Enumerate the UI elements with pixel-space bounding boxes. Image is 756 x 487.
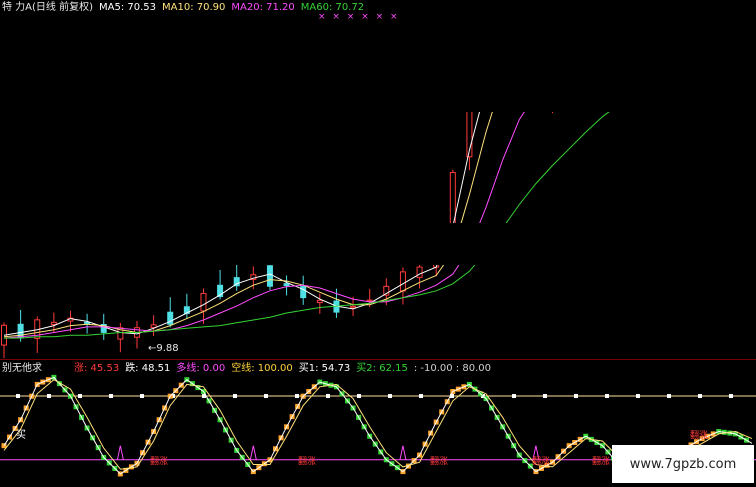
level-marker (698, 394, 702, 399)
signal-label-2: 翻涨 (298, 457, 317, 467)
level-marker (419, 394, 423, 399)
candle-body (283, 283, 290, 286)
signal-label-5: 翻涨 (592, 457, 611, 467)
indicator-legend: 别无他求 涨: 45.53 跌: 48.51 多线: 0.00 空线: 100.… (2, 362, 491, 375)
level-marker (543, 394, 547, 399)
level-marker (326, 394, 330, 399)
level-marker (729, 394, 733, 399)
level-marker (605, 394, 609, 399)
signal-label-3: 翻涨 (430, 457, 449, 467)
stock-title: 特 力A(日线 前复权) (2, 2, 94, 13)
trough-spike (249, 445, 257, 460)
level-marker (357, 394, 361, 399)
trough-spike (399, 445, 407, 460)
ma5-value: MA5: 70.53 (99, 2, 157, 13)
level-marker (16, 394, 20, 399)
level-marker (636, 394, 640, 399)
candle-body (366, 299, 373, 302)
buy-label: 买 (16, 430, 26, 441)
candle-body (350, 305, 357, 309)
level-marker (140, 394, 144, 399)
level-marker (667, 394, 671, 399)
indicator-name: 别无他求 (2, 363, 42, 374)
panel-divider (0, 359, 756, 360)
low-price-label: ←9.88 (148, 343, 179, 354)
level-marker (512, 394, 516, 399)
jump-value: 涨: 45.53 (74, 363, 120, 374)
level-marker (295, 394, 299, 399)
buy2-value: 买2: 62.15 (356, 363, 408, 374)
redaction-block-top-right (428, 0, 756, 112)
ma10-value: MA10: 70.90 (162, 2, 226, 13)
main-legend: 特 力A(日线 前复权) MA5: 70.53 MA10: 70.90 MA20… (2, 1, 364, 14)
candle-body (50, 321, 57, 325)
level-marker (574, 394, 578, 399)
candle-body (416, 266, 423, 278)
fall-value: 跌: 48.51 (125, 363, 171, 374)
candle-body (266, 265, 273, 287)
level-marker (47, 394, 51, 399)
ma20-value: MA20: 71.20 (231, 2, 295, 13)
multi-value: 多线: 0.00 (176, 363, 226, 374)
buy1-value: 买1: 54.73 (298, 363, 351, 374)
level-marker (78, 394, 82, 399)
candle-body (200, 292, 207, 312)
level-marker (264, 394, 268, 399)
level-marker (233, 394, 237, 399)
candle-body (84, 321, 91, 325)
candle-body (316, 299, 323, 304)
signal-label-1: 翻涨 (150, 457, 169, 467)
range-value: : -10.00 : 80.00 (413, 363, 491, 374)
marks-row: × × × × × × (318, 12, 400, 22)
signal-label-6: 翻涨 (690, 431, 709, 441)
level-marker (109, 394, 113, 399)
redaction-block-center (212, 223, 543, 265)
candle-body (399, 271, 406, 292)
signal-label-4: 翻涨 (532, 457, 551, 467)
empty-value: 空线: 100.00 (231, 363, 293, 374)
trough-spike (116, 445, 124, 460)
site-watermark: www.7gpzb.com (612, 445, 754, 483)
level-marker (388, 394, 392, 399)
